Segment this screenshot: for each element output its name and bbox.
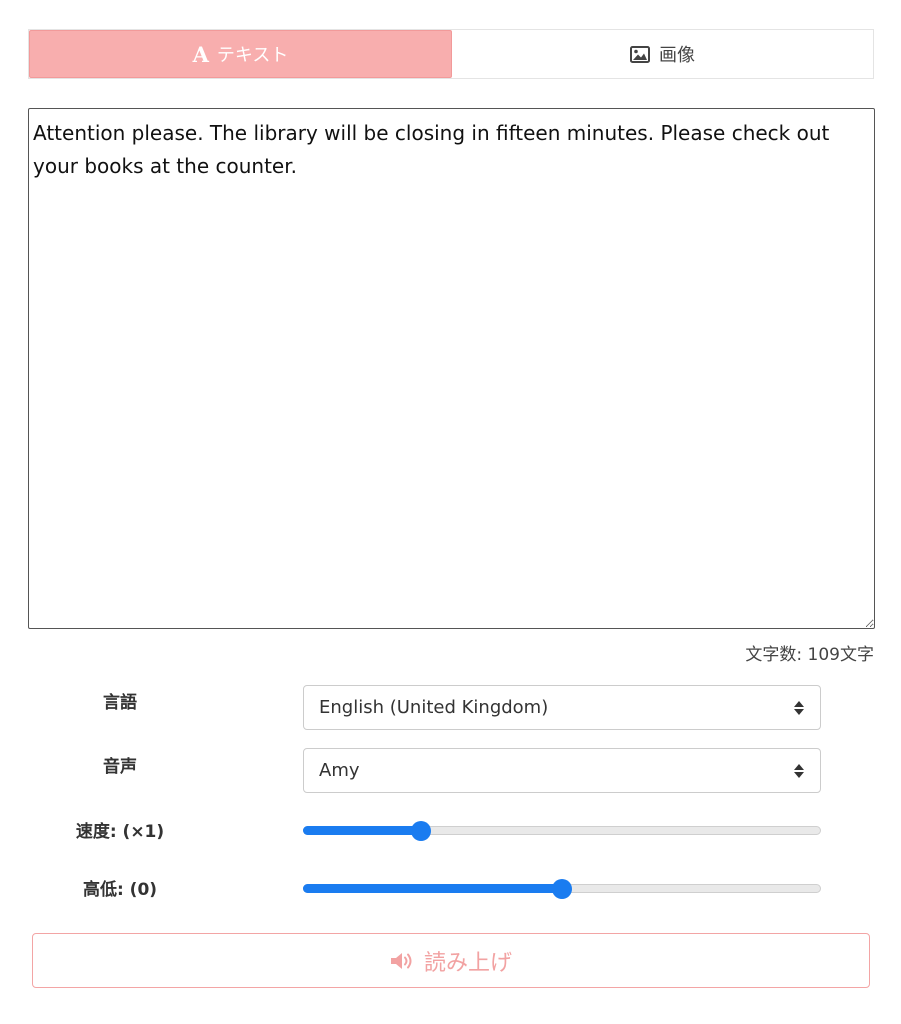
- voice-label: 音声: [103, 757, 137, 777]
- speed-slider-thumb[interactable]: [411, 821, 431, 841]
- pitch-slider-thumb[interactable]: [552, 879, 572, 899]
- speaker-icon: [390, 951, 416, 971]
- tab-image-label: 画像: [659, 45, 695, 66]
- select-arrows-icon: [794, 700, 804, 715]
- read-aloud-button[interactable]: 読み上げ: [32, 933, 870, 988]
- text-input-area[interactable]: [28, 108, 875, 629]
- speed-label: 速度: (×1): [75, 822, 165, 842]
- pitch-slider[interactable]: [303, 877, 821, 901]
- language-select[interactable]: English (United Kingdom): [303, 685, 821, 730]
- speed-slider-fill: [303, 826, 421, 835]
- voice-select-value: Amy: [319, 760, 360, 781]
- language-select-value: English (United Kingdom): [319, 697, 549, 718]
- pitch-label: 高低: (0): [82, 880, 158, 900]
- language-label: 言語: [103, 693, 137, 713]
- speed-slider[interactable]: [303, 819, 821, 843]
- select-arrows-icon: [794, 763, 804, 778]
- tab-image[interactable]: 画像: [452, 30, 873, 78]
- tab-text-label: テキスト: [216, 45, 289, 66]
- tab-text[interactable]: A テキスト: [29, 30, 452, 78]
- read-aloud-label: 読み上げ: [423, 950, 512, 976]
- letter-a-icon: A: [192, 41, 209, 67]
- pitch-slider-fill: [303, 884, 562, 893]
- image-icon: [630, 45, 650, 63]
- char-count: 文字数: 109文字: [745, 645, 874, 665]
- voice-select[interactable]: Amy: [303, 748, 821, 793]
- input-mode-tabs: A テキスト 画像: [28, 29, 874, 79]
